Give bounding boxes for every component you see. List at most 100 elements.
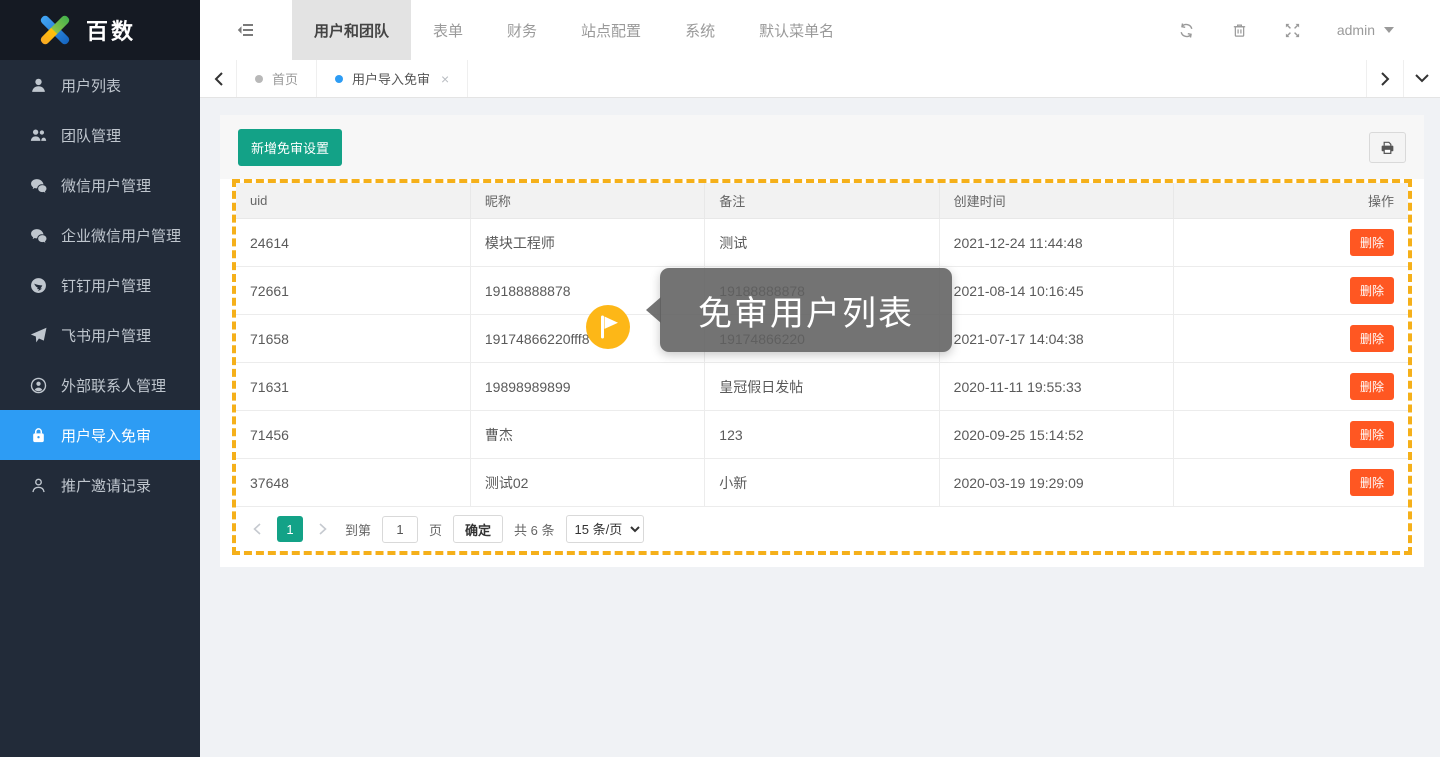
tabbar-spacer <box>468 60 1366 97</box>
sidebar-item-wechat-users[interactable]: 微信用户管理 <box>0 160 200 210</box>
cell-actions: 删除 <box>1174 363 1408 411</box>
sidebar-item-feishu-users[interactable]: 飞书用户管理 <box>0 310 200 360</box>
tabs-menu-button[interactable] <box>1403 60 1440 97</box>
topnav-forms[interactable]: 表单 <box>411 0 485 60</box>
user-icon <box>30 77 47 94</box>
brand-x-icon <box>36 11 74 49</box>
col-created: 创建时间 <box>939 183 1173 219</box>
total-count-label: 共 6 条 <box>512 520 556 539</box>
fullscreen-icon[interactable] <box>1284 22 1301 39</box>
cell-created: 2021-07-17 14:04:38 <box>939 315 1173 363</box>
chevron-right-icon <box>1381 72 1390 86</box>
invite-record-icon <box>30 477 47 494</box>
cell-nickname: 曹杰 <box>470 411 704 459</box>
contact-icon <box>30 377 47 394</box>
tab-bar: 首页 用户导入免审 × <box>200 60 1440 98</box>
col-nickname: 昵称 <box>470 183 704 219</box>
tab-dot <box>335 75 343 83</box>
cell-created: 2021-08-14 10:16:45 <box>939 267 1173 315</box>
add-audit-setting-button[interactable]: 新增免审设置 <box>238 129 342 166</box>
tab-dot <box>255 75 263 83</box>
guide-play-button[interactable] <box>586 305 630 349</box>
sidebar-item-user-list[interactable]: 用户列表 <box>0 60 200 110</box>
table-header-row: uid 昵称 备注 创建时间 操作 <box>236 183 1408 219</box>
tab-home[interactable]: 首页 <box>237 60 317 97</box>
cell-nickname: 测试02 <box>470 459 704 507</box>
cell-uid: 71456 <box>236 411 470 459</box>
delete-button[interactable]: 删除 <box>1350 373 1394 400</box>
tabs-scroll-right-button[interactable] <box>1366 60 1403 97</box>
dingtalk-icon <box>30 277 47 294</box>
sidebar-item-label: 团队管理 <box>61 125 121 146</box>
tabs-scroll-left-button[interactable] <box>200 60 237 97</box>
cell-uid: 24614 <box>236 219 470 267</box>
cell-uid: 37648 <box>236 459 470 507</box>
topbar-actions: admin <box>1178 22 1440 39</box>
sidebar-item-label: 飞书用户管理 <box>61 325 151 346</box>
delete-button[interactable]: 删除 <box>1350 325 1394 352</box>
topnav-default-menu[interactable]: 默认菜单名 <box>737 0 856 60</box>
chevron-right-icon <box>319 523 327 535</box>
brand-name: 百数 <box>86 14 136 46</box>
feishu-icon <box>30 327 47 344</box>
sidebar-item-promo-invite-records[interactable]: 推广邀请记录 <box>0 460 200 510</box>
sidebar-item-dingtalk-users[interactable]: 钉钉用户管理 <box>0 260 200 310</box>
sidebar-item-team-management[interactable]: 团队管理 <box>0 110 200 160</box>
delete-button[interactable]: 删除 <box>1350 277 1394 304</box>
sidebar-menu: 用户列表 团队管理 微信用户管理 企业微信用户管理 钉钉用户管理 飞书用户管理 … <box>0 60 200 510</box>
play-flag-icon <box>586 305 630 349</box>
user-menu[interactable]: admin <box>1337 22 1394 38</box>
users-icon <box>30 127 47 144</box>
tab-user-import-audit[interactable]: 用户导入免审 × <box>317 60 468 97</box>
cell-actions: 删除 <box>1174 459 1408 507</box>
cell-remark: 皇冠假日发帖 <box>705 363 939 411</box>
refresh-icon[interactable] <box>1178 22 1195 39</box>
tab-label: 用户导入免审 <box>352 69 430 88</box>
page-number-button[interactable]: 1 <box>277 516 303 542</box>
sidebar-item-label: 钉钉用户管理 <box>61 275 151 296</box>
sidebar-item-user-import-audit[interactable]: 用户导入免审 <box>0 410 200 460</box>
next-page-button[interactable] <box>312 516 334 542</box>
highlighted-table-region: uid 昵称 备注 创建时间 操作 24614 模块工程师 测试 2021-12… <box>232 179 1412 555</box>
page-size-select[interactable]: 15 条/页 <box>566 515 644 543</box>
sidebar-item-label: 推广邀请记录 <box>61 475 151 496</box>
cell-remark: 小新 <box>705 459 939 507</box>
col-remark: 备注 <box>705 183 939 219</box>
sidebar-item-label: 外部联系人管理 <box>61 375 166 396</box>
delete-button[interactable]: 删除 <box>1350 421 1394 448</box>
delete-button[interactable]: 删除 <box>1350 469 1394 496</box>
wechat-icon <box>30 177 47 194</box>
cell-actions: 删除 <box>1174 267 1408 315</box>
sidebar-item-label: 用户导入免审 <box>61 425 151 446</box>
cell-created: 2021-12-24 11:44:48 <box>939 219 1173 267</box>
chevron-down-icon <box>1415 74 1429 83</box>
tab-label: 首页 <box>272 69 298 88</box>
delete-button[interactable]: 删除 <box>1350 229 1394 256</box>
card-toolbar: 新增免审设置 <box>220 115 1424 179</box>
topnav-system[interactable]: 系统 <box>663 0 737 60</box>
cell-nickname: 模块工程师 <box>470 219 704 267</box>
print-button[interactable] <box>1369 132 1406 163</box>
table-row: 72661 19188888878 19188888878 2021-08-14… <box>236 267 1408 315</box>
topnav-users-teams[interactable]: 用户和团队 <box>292 0 411 60</box>
sidebar-collapse-button[interactable] <box>200 0 292 60</box>
cell-uid: 71658 <box>236 315 470 363</box>
sidebar: 百数 用户列表 团队管理 微信用户管理 企业微信用户管理 钉钉用户管理 飞书用户… <box>0 0 200 757</box>
page-number-input[interactable] <box>382 516 418 543</box>
confirm-page-button[interactable]: 确定 <box>453 515 503 543</box>
topnav-site-config[interactable]: 站点配置 <box>559 0 663 60</box>
topnav-finance[interactable]: 财务 <box>485 0 559 60</box>
col-actions: 操作 <box>1174 183 1408 219</box>
sidebar-item-wecom-users[interactable]: 企业微信用户管理 <box>0 210 200 260</box>
app-logo: 百数 <box>0 0 200 60</box>
sidebar-item-external-contacts[interactable]: 外部联系人管理 <box>0 360 200 410</box>
prev-page-button[interactable] <box>246 516 268 542</box>
trash-icon[interactable] <box>1231 22 1248 39</box>
close-icon[interactable]: × <box>441 71 449 87</box>
wechat-work-icon <box>30 227 47 244</box>
sidebar-item-label: 企业微信用户管理 <box>61 225 181 246</box>
cell-remark: 测试 <box>705 219 939 267</box>
top-nav: 用户和团队 表单 财务 站点配置 系统 默认菜单名 <box>292 0 856 60</box>
sidebar-item-label: 微信用户管理 <box>61 175 151 196</box>
import-audit-icon <box>30 427 47 444</box>
